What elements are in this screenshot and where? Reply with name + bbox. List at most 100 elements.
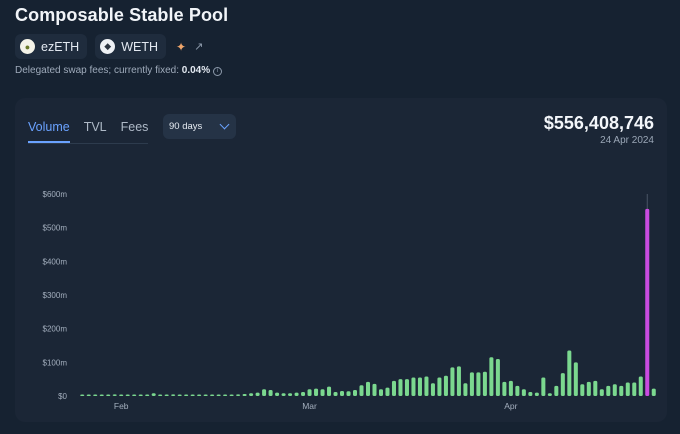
chart-bar[interactable] [424, 376, 429, 396]
chart-bar[interactable] [301, 391, 306, 396]
chart-bar[interactable] [547, 393, 552, 396]
chart-bar[interactable] [255, 392, 260, 396]
chart-bar[interactable] [372, 383, 377, 396]
chart-bar[interactable] [112, 394, 117, 396]
chart-bar[interactable] [171, 394, 176, 396]
chart-bar[interactable] [320, 389, 325, 396]
chart-bar[interactable] [106, 394, 111, 397]
chart-bar[interactable] [352, 389, 358, 396]
chart-bar[interactable] [385, 387, 390, 396]
chart-bar[interactable] [86, 394, 91, 397]
chart-bar[interactable] [521, 389, 526, 396]
chart-bar[interactable] [184, 394, 189, 397]
chart-bar[interactable] [599, 389, 604, 396]
chart-bar[interactable] [346, 391, 351, 396]
chart-bar[interactable] [651, 388, 656, 396]
chart-bar[interactable] [145, 394, 150, 397]
chart-bar[interactable] [450, 367, 455, 396]
chart-bar[interactable] [580, 384, 585, 396]
chart-bar[interactable] [197, 394, 202, 397]
chart-bar[interactable] [327, 386, 332, 396]
chart-bar[interactable] [268, 389, 273, 396]
chart-bar[interactable] [463, 383, 468, 396]
chart-bar[interactable] [469, 372, 474, 396]
fees-value: 0.04% [181, 65, 211, 76]
chart-bar[interactable] [430, 383, 435, 396]
chart-bar[interactable] [158, 394, 163, 397]
chart-bar[interactable] [404, 379, 409, 396]
chart-bar[interactable] [294, 392, 299, 396]
chart-bar[interactable] [378, 389, 384, 396]
chart-bar[interactable] [275, 392, 280, 396]
chart-bar[interactable] [340, 390, 345, 396]
sparkle-icon[interactable]: ✦ [176, 40, 186, 54]
chart-bar[interactable] [482, 371, 487, 396]
chart-bar[interactable] [541, 377, 546, 396]
chart-bar[interactable] [411, 377, 416, 396]
chart-bar[interactable] [80, 394, 85, 397]
chart-bar[interactable] [307, 389, 312, 396]
chart-bar[interactable] [229, 394, 234, 397]
chart-bar[interactable] [138, 394, 143, 397]
chart-bar[interactable] [502, 381, 507, 396]
chart-bar[interactable] [288, 393, 293, 396]
fees-label: Delegated swap fees; currently fixed: [15, 65, 182, 76]
chart-bar[interactable] [99, 394, 104, 397]
external-link-icon[interactable]: ↗ [194, 40, 203, 53]
ethereum-icon: ◆ [100, 39, 116, 54]
chart-bar[interactable] [593, 380, 598, 396]
chart-bar[interactable] [567, 350, 572, 396]
chart-bar[interactable] [242, 393, 247, 396]
chart-bar[interactable] [216, 394, 221, 397]
chart-bar[interactable] [281, 393, 286, 396]
chart-bar[interactable] [125, 394, 130, 397]
chart-bar[interactable] [476, 372, 481, 396]
chart-bar[interactable] [398, 379, 403, 396]
chart-bar[interactable] [573, 362, 578, 396]
chart-bar[interactable] [417, 377, 422, 396]
chart-bar[interactable] [534, 392, 539, 396]
chart-bar[interactable] [632, 382, 637, 396]
token-pill-weth[interactable]: ◆ WETH [95, 34, 167, 59]
chart-bar[interactable] [515, 385, 520, 396]
page-title: Composable Stable Pool [15, 5, 229, 25]
chart-bar[interactable] [612, 384, 617, 396]
chart-bar[interactable] [528, 391, 533, 396]
token-pill-ezeth[interactable]: ● ezETH [15, 34, 88, 59]
chart-bar[interactable] [619, 385, 624, 396]
chart-bar[interactable] [365, 381, 371, 396]
chart-bar[interactable] [508, 380, 513, 396]
chart-bar-selected[interactable] [645, 208, 650, 396]
info-icon[interactable]: i [213, 67, 223, 76]
chart-bar[interactable] [625, 382, 630, 396]
chart-bar[interactable] [456, 366, 461, 396]
y-tick-label: $500m [43, 224, 68, 233]
chart-bar[interactable] [151, 393, 156, 396]
chart-bar[interactable] [437, 377, 442, 396]
chart-bar[interactable] [223, 394, 228, 397]
chart-bar[interactable] [314, 388, 319, 396]
chart-bar[interactable] [93, 394, 98, 397]
chart-bar[interactable] [203, 394, 208, 397]
chart-bar[interactable] [333, 391, 338, 396]
chart-bar[interactable] [119, 394, 124, 397]
chart-bar[interactable] [164, 394, 169, 397]
chart-bar[interactable] [359, 385, 364, 396]
y-tick-label: $100m [43, 358, 68, 367]
chart-bar[interactable] [236, 394, 241, 396]
chart-bar[interactable] [177, 394, 182, 397]
chart-bar[interactable] [554, 385, 559, 396]
chart-bar[interactable] [190, 394, 195, 397]
chart-bar[interactable] [638, 376, 643, 396]
chart-bar[interactable] [132, 394, 137, 397]
chart-bar[interactable] [560, 373, 565, 396]
chart-bar[interactable] [489, 357, 494, 396]
chart-bar[interactable] [391, 380, 396, 396]
chart-bar[interactable] [443, 375, 448, 396]
chart-bar[interactable] [210, 394, 215, 397]
chart-bar[interactable] [262, 389, 267, 396]
chart-bar[interactable] [495, 358, 500, 396]
chart-bar[interactable] [606, 385, 611, 396]
chart-bar[interactable] [586, 381, 591, 396]
chart-bar[interactable] [249, 393, 254, 396]
